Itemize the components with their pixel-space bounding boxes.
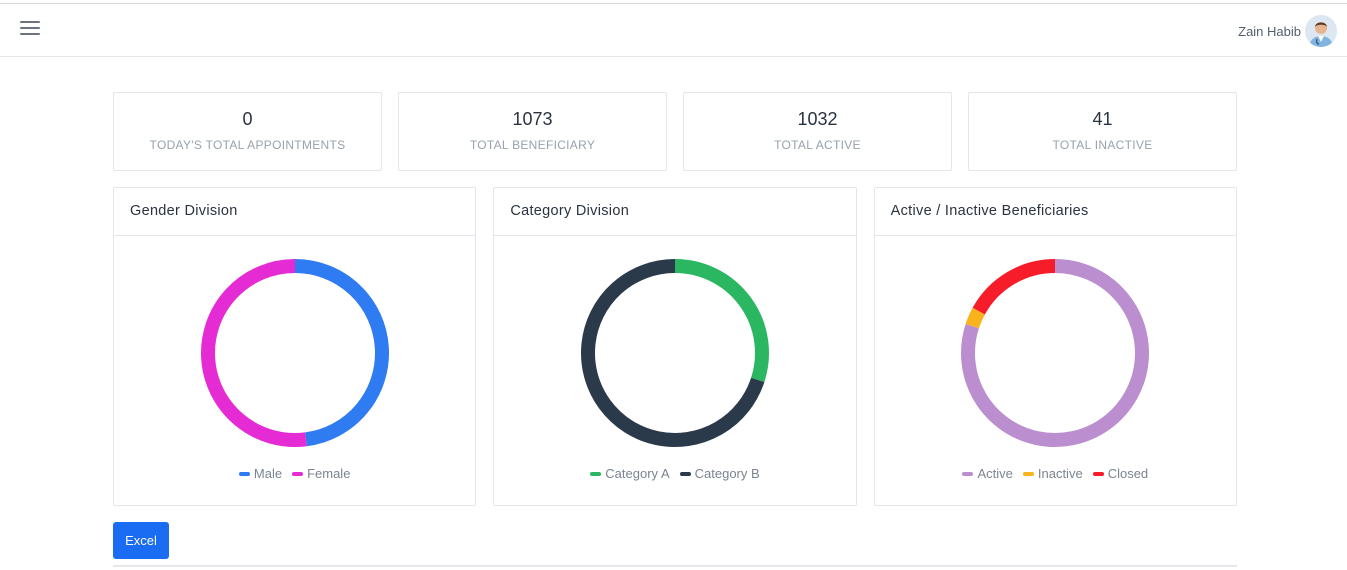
stat-card-appointments: 0 TODAY'S TOTAL APPOINTMENTS [113,92,382,171]
legend-item-female[interactable]: Female [292,466,350,481]
excel-export-button[interactable]: Excel [113,522,169,559]
top-navbar: Zain Habib [0,4,1347,57]
legend-item-male[interactable]: Male [238,466,283,481]
user-avatar[interactable] [1305,15,1337,47]
stat-label: TODAY'S TOTAL APPOINTMENTS [149,138,346,152]
gender-division-card: Gender Division Male Female [113,187,477,506]
chart-legend: Male Female [114,466,475,481]
legend-swatch [962,471,974,476]
stat-value: 0 [242,109,253,129]
stats-row: 0 TODAY'S TOTAL APPOINTMENTS 1073 TOTAL … [113,92,1237,171]
divider [113,565,1237,567]
legend-label: Inactive [1037,466,1083,481]
legend-label: Male [253,466,283,481]
category-donut-chart [580,259,769,447]
chart-legend: Category A Category B [494,466,855,481]
legend-label: Category A [605,466,670,481]
stat-card-inactive: 41 TOTAL INACTIVE [968,92,1237,171]
legend-swatch [1092,471,1104,476]
hamburger-menu-icon[interactable] [20,21,40,39]
legend-swatch [1022,471,1034,476]
legend-swatch [679,471,691,476]
legend-label: Active [977,466,1013,481]
legend-item-category-a[interactable]: Category A [590,466,670,481]
legend-label: Closed [1107,466,1149,481]
legend-swatch [590,471,602,476]
card-title: Gender Division [114,188,476,236]
stat-label: TOTAL BENEFICIARY [469,138,596,152]
user-menu[interactable]: Zain Habib [1238,15,1337,47]
stat-value: 1032 [797,109,838,129]
donut-slice-male[interactable] [294,259,389,447]
stat-label: TOTAL INACTIVE [1052,138,1153,152]
stat-value: 41 [1092,109,1113,129]
donut-slice-category-a[interactable] [674,259,769,383]
chart-cards-row: Gender Division Male Female Category Divi… [113,187,1237,506]
card-title: Category Division [494,188,856,236]
stat-card-active: 1032 TOTAL ACTIVE [683,92,952,171]
legend-swatch [292,471,304,476]
category-division-card: Category Division Category A Category B [493,187,857,506]
active-inactive-donut-chart [961,259,1150,447]
legend-item-active[interactable]: Active [962,466,1013,481]
donut-slice-female[interactable] [200,259,307,447]
legend-label: Category B [694,466,760,481]
chart-legend: Active Inactive Closed [875,466,1236,481]
card-title: Active / Inactive Beneficiaries [874,188,1236,236]
legend-item-closed[interactable]: Closed [1092,466,1149,481]
legend-item-category-b[interactable]: Category B [679,466,760,481]
active-inactive-card: Active / Inactive Beneficiaries Active In… [873,187,1237,506]
legend-item-inactive[interactable]: Inactive [1022,466,1083,481]
donut-slice-inactive[interactable] [965,307,986,329]
gender-donut-chart [200,259,389,447]
user-name: Zain Habib [1238,23,1301,39]
stat-card-beneficiary: 1073 TOTAL BENEFICIARY [398,92,667,171]
stat-label: TOTAL ACTIVE [774,138,861,152]
stat-value: 1073 [512,109,553,129]
legend-swatch [238,471,250,476]
legend-label: Female [307,466,351,481]
donut-slice-closed[interactable] [972,259,1056,315]
